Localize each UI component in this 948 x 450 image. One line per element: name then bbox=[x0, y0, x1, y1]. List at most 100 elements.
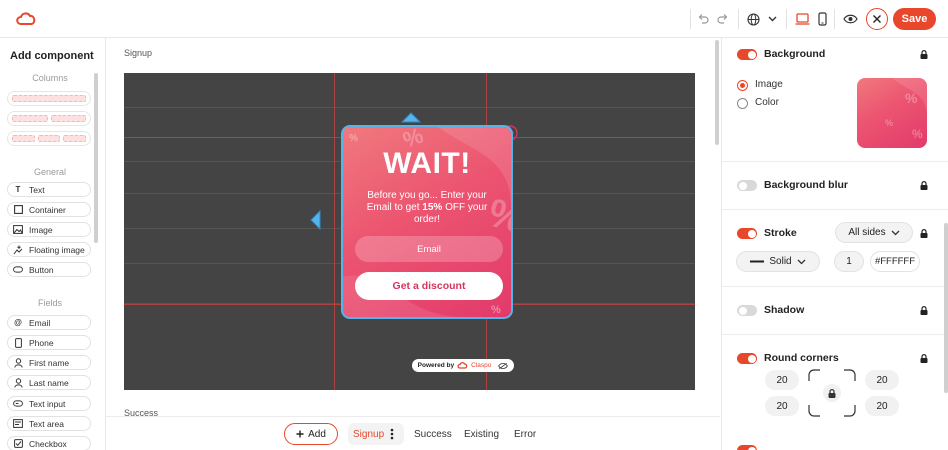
round-corners-section: Round corners 20 20 20 20 bbox=[722, 335, 948, 450]
background-blur-toggle[interactable] bbox=[737, 180, 757, 191]
popup-description[interactable]: Before you go... Enter your Email to get… bbox=[357, 190, 497, 226]
shadow-toggle[interactable] bbox=[737, 305, 757, 316]
component-last-name[interactable]: Last name bbox=[7, 375, 91, 390]
stroke-sides-select[interactable]: All sides bbox=[835, 222, 913, 243]
shadow-label: Shadow bbox=[764, 304, 805, 316]
shadow-section: Shadow bbox=[722, 287, 948, 335]
stroke-toggle[interactable] bbox=[737, 228, 757, 239]
claspo-logo-icon[interactable] bbox=[14, 0, 38, 38]
properties-scrollbar[interactable] bbox=[944, 223, 948, 393]
mobile-view-icon[interactable] bbox=[814, 0, 830, 38]
tab-signup[interactable]: Signup bbox=[348, 423, 404, 445]
more-options-icon[interactable] bbox=[390, 428, 394, 440]
save-button[interactable]: Save bbox=[893, 8, 936, 30]
chevron-down-icon bbox=[797, 259, 806, 264]
preview-eye-icon[interactable] bbox=[840, 0, 860, 38]
desktop-view-icon[interactable] bbox=[792, 0, 812, 38]
background-toggle[interactable] bbox=[737, 49, 757, 60]
corner-bottom-right-input[interactable]: 20 bbox=[865, 396, 899, 416]
container-icon bbox=[13, 205, 23, 215]
steps-bar: Add Signup Success Existing Error bbox=[106, 416, 720, 450]
component-text[interactable]: T Text bbox=[7, 182, 91, 197]
background-label: Background bbox=[764, 48, 826, 60]
round-corners-label: Round corners bbox=[764, 352, 839, 364]
tab-existing[interactable]: Existing bbox=[464, 423, 499, 445]
component-email[interactable]: @ Email bbox=[7, 315, 91, 330]
svg-text:%: % bbox=[349, 133, 358, 144]
chevron-down-icon[interactable] bbox=[764, 0, 780, 38]
popup-title[interactable]: WAIT! bbox=[343, 147, 511, 181]
globe-icon[interactable] bbox=[744, 0, 762, 38]
lock-icon[interactable] bbox=[920, 50, 928, 59]
lock-icon[interactable] bbox=[920, 181, 928, 190]
corner-bottom-left-input[interactable]: 20 bbox=[765, 396, 799, 416]
component-first-name[interactable]: First name bbox=[7, 355, 91, 370]
chevron-down-icon bbox=[891, 230, 900, 235]
component-text-input[interactable]: Text input bbox=[7, 396, 91, 411]
popup-email-input[interactable]: Email bbox=[355, 236, 503, 262]
panel-title: Add component bbox=[10, 50, 94, 62]
lock-icon[interactable] bbox=[920, 354, 928, 363]
link-corners-button[interactable] bbox=[823, 384, 841, 402]
background-section: Background Image Color % % % bbox=[722, 38, 948, 162]
component-image[interactable]: Image bbox=[7, 222, 91, 237]
background-image-radio[interactable] bbox=[737, 80, 748, 91]
background-color-radio[interactable] bbox=[737, 98, 748, 109]
stroke-style-select[interactable]: Solid bbox=[736, 251, 820, 272]
stroke-width-input[interactable]: 1 bbox=[834, 251, 864, 272]
lock-icon bbox=[828, 388, 836, 398]
component-text-area[interactable]: Text area bbox=[7, 416, 91, 431]
section-columns: Columns bbox=[32, 73, 68, 83]
text-input-icon bbox=[13, 399, 23, 409]
left-panel-scrollbar[interactable] bbox=[94, 73, 98, 243]
image-icon bbox=[13, 225, 23, 235]
one-column-layout[interactable] bbox=[7, 91, 91, 106]
round-corners-toggle[interactable] bbox=[737, 353, 757, 364]
widget-stage[interactable]: % % % % WAIT! Before you go... Enter you… bbox=[124, 73, 695, 390]
move-left-arrow-icon[interactable] bbox=[309, 209, 321, 235]
two-column-layout[interactable] bbox=[7, 111, 91, 126]
hide-badge-icon[interactable] bbox=[498, 362, 509, 370]
section-fields: Fields bbox=[37, 298, 62, 308]
phone-icon bbox=[13, 337, 23, 348]
popup-widget[interactable]: % % % % WAIT! Before you go... Enter you… bbox=[341, 125, 513, 319]
lock-icon[interactable] bbox=[920, 229, 928, 238]
tab-error[interactable]: Error bbox=[514, 423, 536, 445]
stroke-color-input[interactable]: #FFFFFF bbox=[870, 251, 920, 272]
corner-top-right-input[interactable]: 20 bbox=[865, 370, 899, 390]
background-image-preview[interactable]: % % % bbox=[857, 78, 927, 148]
lock-icon[interactable] bbox=[920, 306, 928, 315]
user-icon bbox=[13, 357, 23, 368]
text-area-icon bbox=[13, 419, 23, 429]
background-image-label: Image bbox=[755, 79, 783, 90]
component-button[interactable]: Button bbox=[7, 262, 91, 277]
powered-by-badge[interactable]: Powered by Claspo bbox=[412, 359, 514, 372]
redo-icon[interactable] bbox=[714, 0, 732, 38]
corner-top-left-input[interactable]: 20 bbox=[765, 370, 799, 390]
undo-icon[interactable] bbox=[694, 0, 712, 38]
next-section-toggle[interactable] bbox=[737, 445, 757, 450]
section-general: General bbox=[33, 167, 67, 177]
claspo-logo-icon bbox=[457, 362, 468, 369]
top-toolbar: Save bbox=[0, 0, 948, 38]
canvas-scrollbar[interactable] bbox=[715, 40, 719, 145]
svg-text:%: % bbox=[912, 127, 923, 141]
add-step-button[interactable]: Add bbox=[284, 423, 338, 445]
get-discount-button[interactable]: Get a discount bbox=[355, 272, 503, 300]
component-phone[interactable]: Phone bbox=[7, 335, 91, 350]
component-floating-image[interactable]: Floating image bbox=[7, 242, 91, 257]
three-column-layout[interactable] bbox=[7, 131, 91, 146]
component-checkbox[interactable]: Checkbox bbox=[7, 436, 91, 450]
user-icon bbox=[13, 377, 23, 388]
button-icon bbox=[13, 265, 23, 275]
close-button[interactable] bbox=[866, 8, 888, 30]
signup-step-label: Signup bbox=[124, 48, 153, 58]
background-blur-label: Background blur bbox=[764, 179, 849, 191]
solid-line-icon bbox=[750, 260, 765, 263]
tab-success[interactable]: Success bbox=[414, 423, 452, 445]
svg-text:%: % bbox=[905, 90, 918, 106]
properties-panel: Background Image Color % % % Background … bbox=[721, 38, 948, 450]
add-component-panel: Add component Columns General T Text Cont… bbox=[0, 38, 106, 450]
component-container[interactable]: Container bbox=[7, 202, 91, 217]
close-icon bbox=[873, 15, 881, 23]
